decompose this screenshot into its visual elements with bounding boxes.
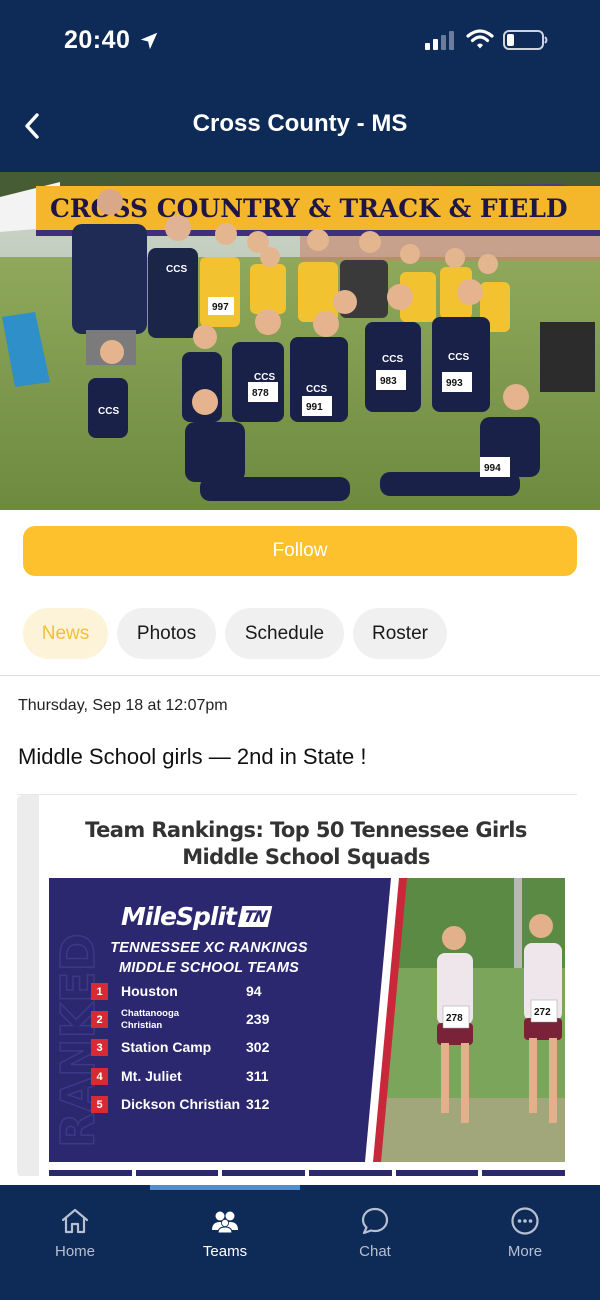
active-tab-indicator — [150, 1185, 300, 1190]
more-icon — [511, 1207, 539, 1235]
shirt-logo-text: CCS — [448, 352, 469, 363]
bottom-navigation: Home Teams Chat More — [0, 1185, 600, 1300]
card-image-strip — [49, 1170, 566, 1176]
status-time: 20:40 — [64, 26, 131, 54]
battery-icon — [503, 30, 548, 50]
ranking-row: 1 Houston 94 — [91, 981, 291, 1003]
team-tabs: News Photos Schedule Roster — [0, 608, 600, 660]
ranking-row: 2 Chattanooga Christian 239 — [91, 1008, 291, 1031]
bib-number: 878 — [252, 388, 269, 399]
nav-teams[interactable]: Teams — [150, 1205, 300, 1265]
bib-number: 997 — [212, 302, 229, 313]
tab-news[interactable]: News — [23, 608, 108, 659]
bib-number: 983 — [380, 376, 397, 387]
tent-banner-text: CROSS COUNTRY & TRACK & FIELD — [50, 194, 568, 223]
ranking-row: 5 Dickson Christian 312 — [91, 1094, 291, 1116]
tab-roster[interactable]: Roster — [353, 608, 447, 659]
card-accent-bar — [17, 795, 39, 1176]
location-arrow-icon — [140, 32, 158, 50]
status-bar: 20:40 — [0, 0, 600, 80]
shirt-logo-text: CCS — [254, 372, 275, 383]
tab-photos[interactable]: Photos — [117, 608, 216, 659]
shirt-logo-text: CCS — [306, 384, 327, 395]
nav-home[interactable]: Home — [0, 1205, 150, 1265]
svg-text:278: 278 — [446, 1013, 463, 1024]
nav-chat[interactable]: Chat — [300, 1205, 450, 1265]
bib-number: 991 — [306, 402, 323, 413]
article-card[interactable]: Team Rankings: Top 50 Tennessee Girls Mi… — [17, 794, 577, 1176]
nav-teams-label: Teams — [202, 1243, 248, 1260]
runners-photo: 278 272 — [329, 878, 565, 1162]
nav-more-label: More — [507, 1243, 543, 1260]
cellular-signal-icon — [425, 31, 454, 50]
rankings-subtitle: TENNESSEE XC RANKINGS MIDDLE SCHOOL TEAM… — [110, 940, 308, 976]
team-photo: CROSS COUNTRY & TRACK & FIELD 997 983 99… — [0, 172, 600, 510]
wifi-icon — [466, 29, 494, 49]
ranking-row: 3 Station Camp 302 — [91, 1037, 291, 1059]
chat-icon — [361, 1207, 389, 1235]
home-icon — [61, 1208, 89, 1234]
shirt-logo-text: CCS — [98, 406, 119, 417]
divider — [0, 675, 600, 676]
teams-icon — [212, 1211, 238, 1234]
svg-text:272: 272 — [534, 1007, 551, 1018]
bib-number: 994 — [484, 463, 501, 474]
page-title: Cross County - MS — [192, 110, 408, 137]
tab-schedule[interactable]: Schedule — [225, 608, 344, 659]
rankings-panel: RANKED MileSplit TN TENNESSEE XC RANKINGS… — [49, 878, 349, 1162]
nav-home-label: Home — [54, 1243, 95, 1260]
ranking-row: 4 Mt. Juliet 311 — [91, 1066, 291, 1088]
shirt-logo-text: CCS — [166, 264, 187, 275]
article-headline: Team Rankings: Top 50 Tennessee Girls Mi… — [85, 818, 527, 869]
rankings-graphic: RANKED MileSplit TN TENNESSEE XC RANKINGS… — [49, 878, 565, 1162]
post-title[interactable]: Middle School girls — 2nd in State ! — [18, 744, 367, 770]
post-date: Thursday, Sep 18 at 12:07pm — [18, 697, 228, 714]
nav-more[interactable]: More — [450, 1205, 600, 1265]
app-header: 20:40 Cross County - MS — [0, 0, 600, 172]
follow-button[interactable]: Follow — [23, 526, 577, 576]
milesplit-logo: MileSplit TN — [121, 902, 273, 931]
bib-number: 993 — [446, 378, 463, 389]
shirt-logo-text: CCS — [382, 354, 403, 365]
nav-chat-label: Chat — [359, 1243, 391, 1260]
